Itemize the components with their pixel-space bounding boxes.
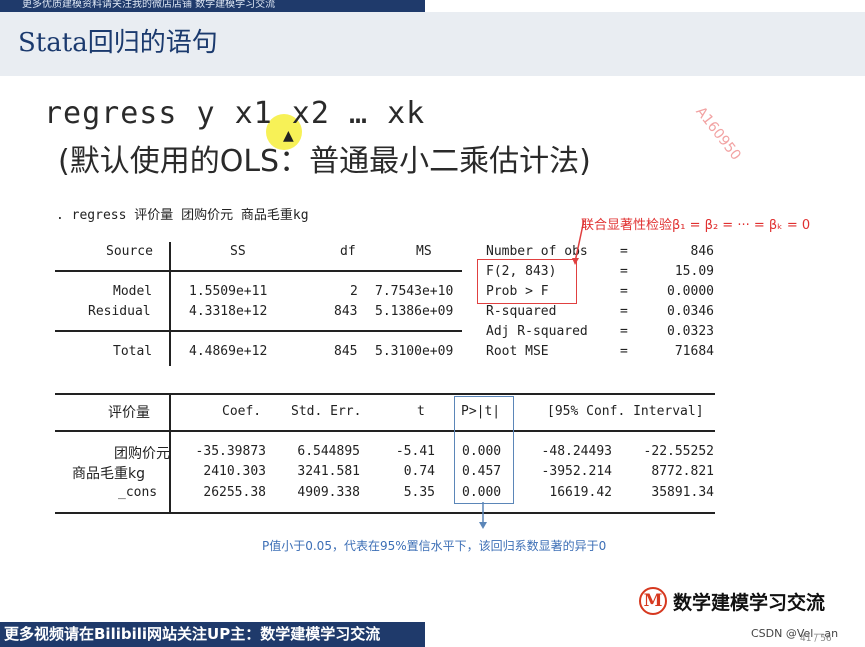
logo-text: 数学建模学习交流 [673, 592, 826, 614]
anova-header-df: df [340, 244, 356, 259]
stat-label: Root MSE [486, 344, 549, 359]
coef-row-var: 商品毛重kg [72, 466, 145, 482]
coef-row-ci-hi: -22.55252 [643, 444, 714, 459]
anova-row-df: 843 [334, 304, 358, 319]
watermark: A160950 [692, 104, 744, 164]
coef-header-coef: Coef. [222, 404, 262, 419]
slide-title: Stata回归的语句 [18, 28, 218, 58]
anova-row-ss: 1.5509e+11 [189, 284, 268, 299]
coef-bottom-rule [55, 512, 715, 514]
coef-row-ci-lo: 16619.42 [549, 485, 612, 500]
anova-total-rule [55, 330, 462, 332]
coef-top-rule [55, 393, 715, 395]
stat-value: 0.0323 [667, 324, 714, 339]
coef-header-se: Std. Err. [291, 404, 362, 419]
stat-eq: = [620, 284, 628, 299]
anova-vertical-rule [169, 242, 171, 366]
stat-label: Adj R-squared [486, 324, 588, 339]
stat-label: R-squared [486, 304, 557, 319]
coef-row-ci-hi: 8772.821 [651, 464, 714, 479]
anova-row-ss: 4.4869e+12 [189, 344, 268, 359]
coef-row-se: 6.544895 [297, 444, 360, 459]
p-value-arrow [479, 502, 487, 529]
coef-row-ci-hi: 35891.34 [651, 485, 714, 500]
bottom-banner: 更多视频请在Bilibili网站关注UP主：数学建模学习交流 [0, 622, 425, 647]
anova-header-source: Source [106, 244, 153, 259]
stat-eq: = [620, 304, 628, 319]
coef-row-coef: 2410.303 [203, 464, 266, 479]
anova-row-ms: 7.7543e+10 [375, 284, 454, 299]
stat-eq: = [620, 244, 628, 259]
stat-eq: = [620, 344, 628, 359]
anova-header-ss: SS [230, 244, 246, 259]
command-description: (默认使用的OLS：普通最小二乘估计法) [58, 144, 591, 179]
coef-header-dep: 评价量 [108, 405, 150, 421]
regress-command: regress y x1 x2 … xk [44, 96, 426, 131]
coef-row-t: 0.74 [403, 464, 435, 479]
anova-row-source: Total [113, 344, 153, 359]
anova-header-rule [55, 270, 462, 272]
coef-row-se: 3241.581 [297, 464, 360, 479]
coef-row-ci-lo: -48.24493 [541, 444, 612, 459]
coef-header-rule [55, 430, 715, 432]
stat-value: 0.0000 [667, 284, 714, 299]
stata-command: . regress 评价量 团购价元 商品毛重kg [56, 208, 309, 223]
anova-row-ms: 5.1386e+09 [375, 304, 454, 319]
coef-header-ci: [95% Conf. Interval] [547, 404, 704, 419]
anova-header-ms: MS [416, 244, 432, 259]
mouse-cursor-icon: ▲ [283, 128, 294, 144]
page-number: 41 / 56 [800, 634, 832, 644]
stat-value: 71684 [674, 344, 714, 359]
coef-row-se: 4909.338 [297, 485, 360, 500]
coef-row-t: 5.35 [403, 485, 435, 500]
coef-header-t: t [417, 404, 425, 419]
stat-eq: = [620, 264, 628, 279]
coef-row-var: _cons [118, 485, 158, 500]
f-test-highlight-box [477, 259, 577, 304]
coef-row-var: 团购价元 [114, 446, 170, 462]
coef-row-ci-lo: -3952.214 [541, 464, 612, 479]
anova-row-source: Residual [88, 304, 151, 319]
stat-eq: = [620, 324, 628, 339]
p-value-annotation: P值小于0.05，代表在95%置信水平下，该回归系数显著的异于0 [262, 539, 607, 553]
stat-value: 846 [690, 244, 714, 259]
p-value-highlight-box [454, 396, 514, 504]
anova-row-ms: 5.3100e+09 [375, 344, 454, 359]
anova-row-df: 845 [334, 344, 358, 359]
logo-m-icon: M [639, 587, 667, 615]
anova-row-source: Model [113, 284, 153, 299]
anova-row-df: 2 [350, 284, 358, 299]
f-test-annotation: 联合显著性检验β₁ = β₂ = ··· = βₖ = 0 [581, 218, 811, 233]
stat-value: 0.0346 [667, 304, 714, 319]
coef-row-t: -5.41 [395, 444, 435, 459]
top-banner: 更多优质建模资料请关注我的微店店铺 数学建模学习交流 [0, 0, 425, 12]
coef-row-coef: -35.39873 [195, 444, 266, 459]
stat-value: 15.09 [674, 264, 714, 279]
anova-row-ss: 4.3318e+12 [189, 304, 268, 319]
coef-row-coef: 26255.38 [203, 485, 266, 500]
